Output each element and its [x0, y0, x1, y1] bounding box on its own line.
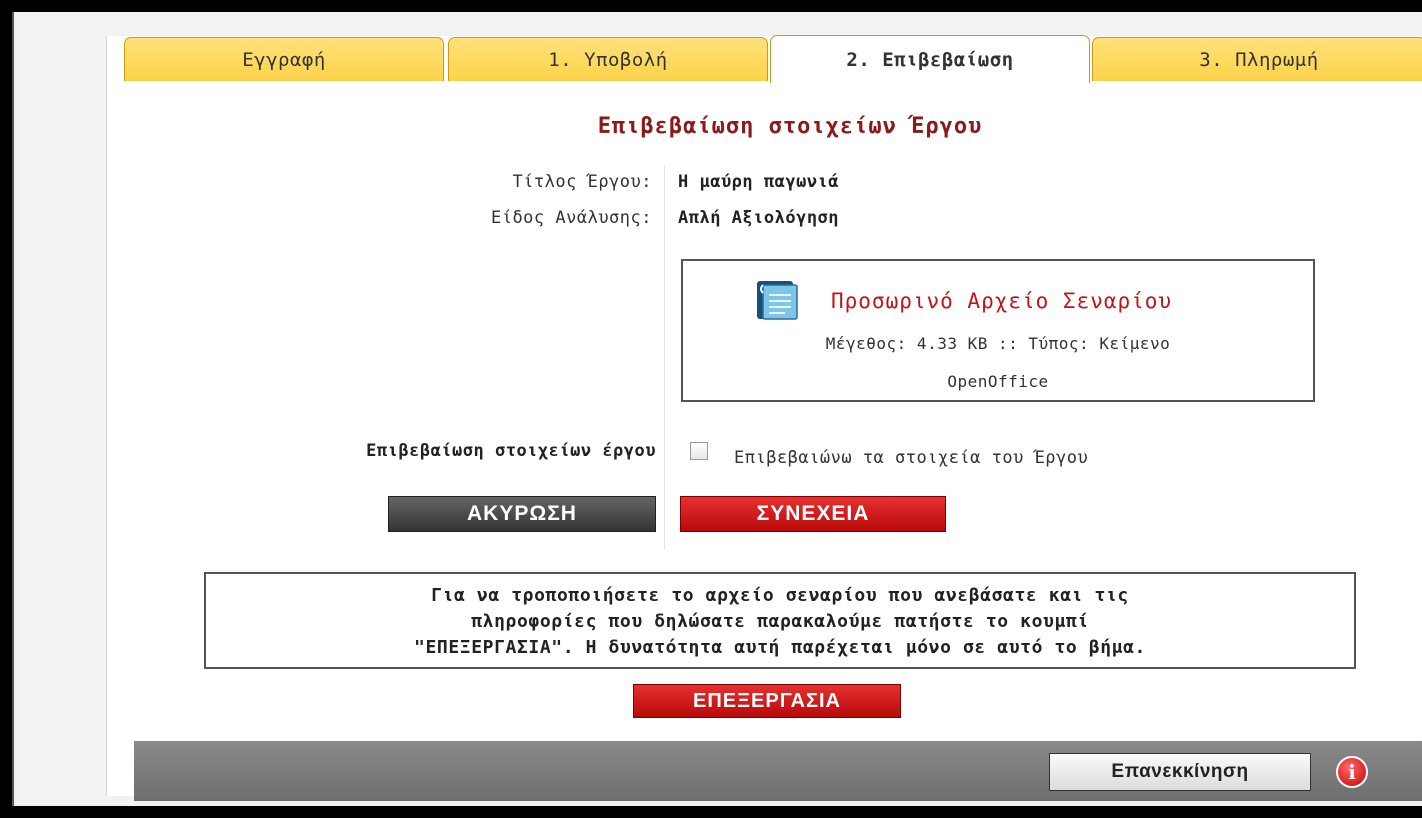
document-icon[interactable]	[755, 279, 799, 321]
column-divider	[664, 165, 665, 550]
edit-info-note: Για να τροποποιήσετε το αρχείο σεναρίου …	[204, 572, 1356, 669]
tab-register[interactable]: Εγγραφή	[124, 37, 444, 81]
section-title: Επιβεβαίωση στοιχείων Έργου	[597, 114, 983, 139]
project-title-value: Η μαύρη παγωνιά	[678, 172, 840, 192]
confirm-checkbox[interactable]	[690, 442, 708, 460]
content-panel	[106, 36, 1422, 796]
analysis-type-value: Απλή Αξιολόγηση	[678, 208, 840, 228]
file-size-type: Μέγεθος: 4.33 KB :: Τύπος: Κείμενο	[825, 334, 1171, 353]
file-name-link[interactable]: Προσωρινό Αρχείο Σεναρίου	[831, 289, 1172, 313]
project-title-label: Τίτλος Έργου:	[512, 172, 652, 192]
continue-button[interactable]: ΣΥΝΕΧΕΙΑ	[680, 496, 946, 532]
file-meta: Μέγεθος: 4.33 KB :: Τύπος: Κείμενο OpenO…	[683, 325, 1313, 401]
note-line: πληροφορίες που δηλώσατε παρακαλούμε πατ…	[471, 611, 1089, 632]
edit-button[interactable]: ΕΠΕΞΕΡΓΑΣΙΑ	[633, 684, 901, 718]
uploaded-file-card: Προσωρινό Αρχείο Σεναρίου Μέγεθος: 4.33 …	[681, 259, 1315, 402]
analysis-type-label: Είδος Ανάλυσης:	[490, 208, 652, 228]
confirm-checkbox-label[interactable]: Επιβεβαιώνω τα στοιχεία του Έργου	[734, 448, 1088, 468]
tab-confirm[interactable]: 2. Επιβεβαίωση	[770, 35, 1090, 83]
note-line: "ΕΠΕΞΕΡΓΑΣΙΑ". Η δυνατότητα αυτή παρέχετ…	[414, 637, 1146, 658]
tab-payment[interactable]: 3. Πληρωμή	[1092, 37, 1422, 81]
confirm-label: Επιβεβαίωση στοιχείων έργου	[366, 441, 656, 461]
cancel-button[interactable]: ΑΚΥΡΩΣΗ	[388, 496, 656, 532]
restart-button[interactable]: Επανεκκίνηση	[1049, 753, 1311, 791]
file-type-app: OpenOffice	[947, 372, 1049, 391]
note-line: Για να τροποποιήσετε το αρχείο σεναρίου …	[431, 585, 1129, 606]
info-icon[interactable]: i	[1336, 756, 1368, 788]
tab-submit[interactable]: 1. Υποβολή	[448, 37, 768, 81]
